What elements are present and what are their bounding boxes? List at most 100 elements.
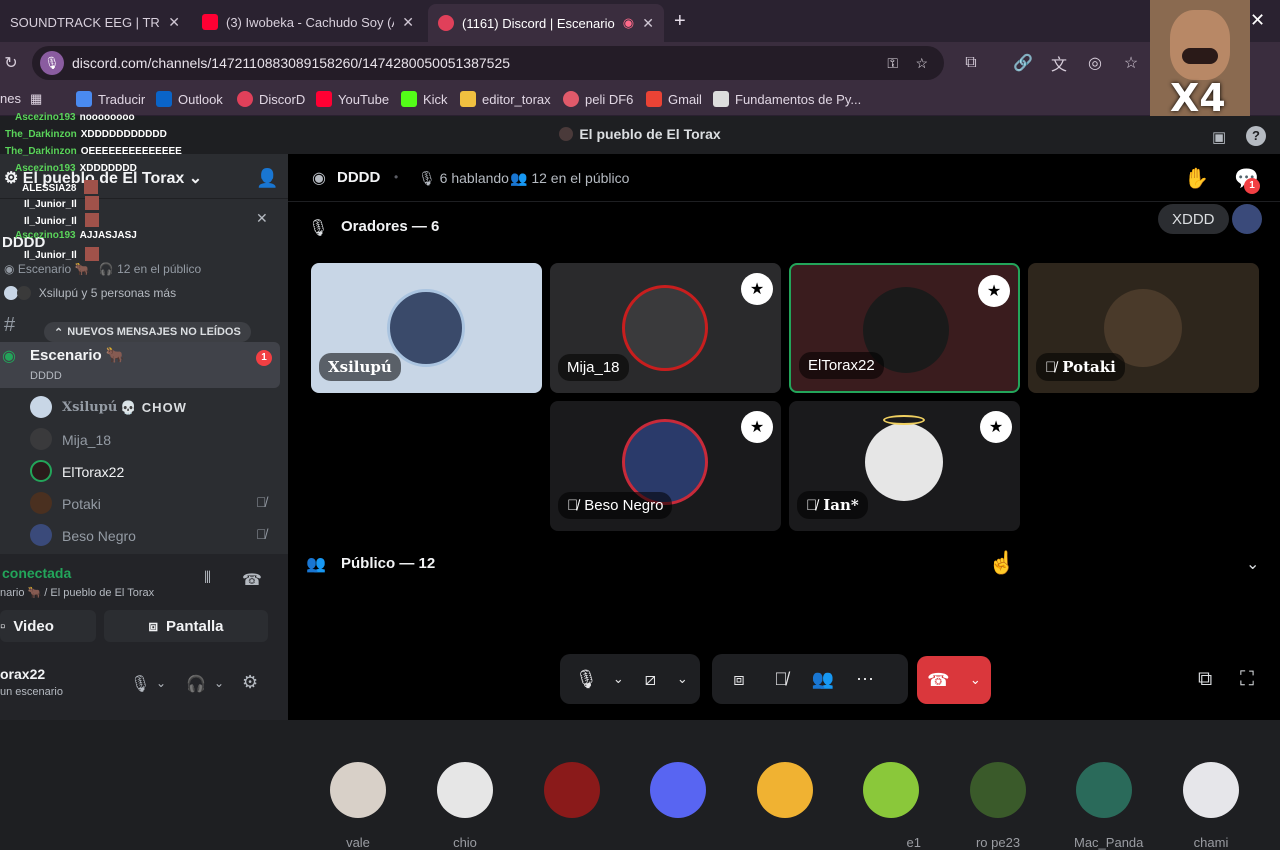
headphones-icon[interactable]: 🎧	[186, 674, 206, 694]
chat-text: noooooooo	[79, 112, 135, 123]
more-options-icon[interactable]: ⋯	[846, 660, 884, 698]
browser-tab-bar: SOUNDTRACK EEG | TROMP ✕ (3) Iwobeka - C…	[0, 0, 1280, 42]
muted-icon: 🎙̸	[256, 526, 267, 542]
speaker-tile-speaking[interactable]: ★ ElTorax22	[789, 263, 1020, 393]
link-icon[interactable]: 🔗	[1012, 52, 1034, 74]
voice-user-item[interactable]: Xsilupú 💀 CHOW	[30, 396, 280, 418]
voice-user-item[interactable]: Potaki 🎙̸	[30, 492, 280, 514]
bookmark-item[interactable]: YouTube	[316, 91, 389, 107]
leave-stage-button[interactable]: ☎ ⌄	[917, 656, 991, 704]
audience-member[interactable]: ro pe23	[968, 762, 1028, 850]
camera-off-icon[interactable]: ⧄	[632, 660, 669, 698]
bookmark-item[interactable]: Gmail	[646, 91, 702, 107]
avatar	[970, 762, 1026, 818]
reload-icon[interactable]: ↻	[0, 52, 22, 74]
noise-suppression-icon[interactable]: ⦀	[204, 570, 211, 588]
speaker-tile[interactable]: ★ 🎙̸ Ian*	[789, 401, 1020, 531]
close-icon[interactable]: ✕	[402, 14, 414, 31]
speaker-tile[interactable]: 🎙̸ Potaki	[1028, 263, 1259, 393]
lens-icon[interactable]: ◎	[1084, 52, 1106, 74]
url-field[interactable]: 🎙 discord.com/channels/14721108830891582…	[32, 46, 944, 80]
streamer-overlay-image: X4	[1150, 0, 1250, 122]
audience-member[interactable]: chio	[435, 762, 495, 850]
close-icon[interactable]: ✕	[642, 15, 654, 32]
close-icon[interactable]: ✕	[256, 210, 268, 227]
invite-people-icon[interactable]: 👤	[256, 168, 278, 189]
inbox-icon[interactable]: ▣	[1212, 128, 1226, 146]
video-button[interactable]: ▫ Video	[0, 610, 96, 642]
audience-member[interactable]	[648, 762, 708, 818]
tab-discord[interactable]: (1161) Discord | Escenario ◉ ✕	[428, 4, 664, 42]
voice-user-item[interactable]: Beso Negro 🎙̸	[30, 524, 280, 546]
screen-share-icon[interactable]: ⧈	[720, 660, 758, 698]
new-tab-button[interactable]: +	[674, 10, 686, 33]
bookmark-item[interactable]: DiscorD	[237, 91, 305, 107]
bookmark-item[interactable]: Kick	[401, 91, 448, 107]
emote-icon	[84, 213, 99, 227]
popout-icon[interactable]: ⧉	[1198, 668, 1212, 691]
close-icon[interactable]: ✕	[168, 14, 180, 31]
chat-text: AJJASJASJ	[79, 230, 137, 241]
chat-message: Ascezino193 noooooooo	[15, 112, 135, 123]
chat-text: XDDDDDDDDDDD	[80, 129, 167, 140]
chevron-down-icon[interactable]: ⌄	[673, 660, 692, 698]
chevron-down-icon[interactable]: ⌄	[609, 660, 628, 698]
voice-location[interactable]: nario 🐂 / El pueblo de El Torax	[0, 586, 154, 599]
user-name[interactable]: orax22	[0, 666, 45, 682]
star-icon[interactable]: ☆	[1120, 52, 1142, 74]
youtube-icon	[202, 14, 218, 30]
password-key-icon[interactable]: ⚿	[887, 55, 898, 72]
audience-move-icon[interactable]: 👥	[804, 660, 842, 698]
chat-message: The_Darkinzon OEEEEEEEEEEEEEE	[5, 146, 182, 157]
audience-member[interactable]: e1	[861, 762, 921, 850]
emote-icon	[84, 196, 99, 210]
bookmark-item[interactable]: nes	[0, 91, 21, 106]
bookmark-item[interactable]: peli DF6	[563, 91, 633, 107]
microphone-icon[interactable]: 🎙	[568, 660, 605, 698]
tab-soundtrack[interactable]: SOUNDTRACK EEG | TROMP ✕	[0, 6, 190, 38]
chevron-down-icon: ⌄	[188, 170, 203, 187]
screen-share-button[interactable]: ⧈ Pantalla	[104, 610, 268, 642]
audience-member[interactable]: chami	[1181, 762, 1241, 850]
site-info-icon[interactable]: 🎙	[40, 51, 64, 75]
chat-message: Il_Junior_Il	[24, 247, 99, 261]
close-icon[interactable]: ✕	[1250, 10, 1265, 31]
stage-channel-item[interactable]: ◉ Escenario 🐂 DDDD 1	[0, 342, 280, 388]
disconnect-icon[interactable]: ☎	[242, 570, 262, 590]
screen-share-icon: ⧈	[148, 617, 158, 635]
translate-icon[interactable]: 文	[1048, 52, 1070, 74]
help-icon[interactable]: ?	[1246, 126, 1266, 146]
bookmark-item[interactable]: Traducir	[76, 91, 145, 107]
voice-user-item[interactable]: Mija_18	[30, 428, 280, 450]
bookmark-item[interactable]: Fundamentos de Py...	[713, 91, 861, 107]
chevron-down-icon[interactable]: ⌄	[214, 676, 224, 690]
speaker-tile[interactable]: Xsilupú	[311, 263, 542, 393]
audience-member[interactable]	[542, 762, 602, 818]
settings-gear-icon[interactable]: ⚙	[242, 672, 258, 693]
speaker-tile[interactable]: ★ 🎙̸ Beso Negro	[550, 401, 781, 531]
tab-youtube[interactable]: (3) Iwobeka - Cachudo Soy (Au ✕	[192, 6, 424, 38]
microphone-icon[interactable]: 🎙	[130, 674, 150, 694]
channel-name: Escenario 🐂	[30, 347, 125, 364]
server-title: El pueblo de El Torax	[0, 126, 1280, 142]
voice-panel: conectada nario 🐂 / El pueblo de El Tora…	[0, 554, 288, 720]
audience-member[interactable]	[755, 762, 815, 818]
extensions-icon[interactable]: ⧉	[960, 52, 982, 74]
chevron-down-icon[interactable]: ⌄	[156, 676, 166, 690]
muted-icon[interactable]: 🎙̸	[762, 660, 800, 698]
chevron-down-icon[interactable]: ⌄	[1246, 554, 1259, 574]
fullscreen-icon[interactable]: ⛶	[1240, 668, 1254, 691]
bookmark-star-icon[interactable]: ☆	[915, 55, 928, 72]
listeners-summary[interactable]: Xsilupú y 5 personas más	[4, 286, 176, 300]
bookmark-item[interactable]: editor_torax	[460, 91, 551, 107]
speaker-tile[interactable]: ★ Mija_18	[550, 263, 781, 393]
avatar	[4, 286, 18, 300]
raise-hand-icon[interactable]: ✋	[1184, 166, 1209, 191]
voice-user-item[interactable]: ElTorax22	[30, 460, 280, 482]
audience-member[interactable]: vale	[328, 762, 388, 850]
recording-icon: ◉	[622, 15, 635, 30]
apps-grid-icon[interactable]: ▦	[30, 91, 42, 107]
audience-member[interactable]: Mac_Panda	[1074, 762, 1143, 850]
new-messages-pill[interactable]: ⌃ NUEVOS MENSAJES NO LEÍDOS	[44, 322, 251, 342]
bookmark-item[interactable]: Outlook	[156, 91, 223, 107]
